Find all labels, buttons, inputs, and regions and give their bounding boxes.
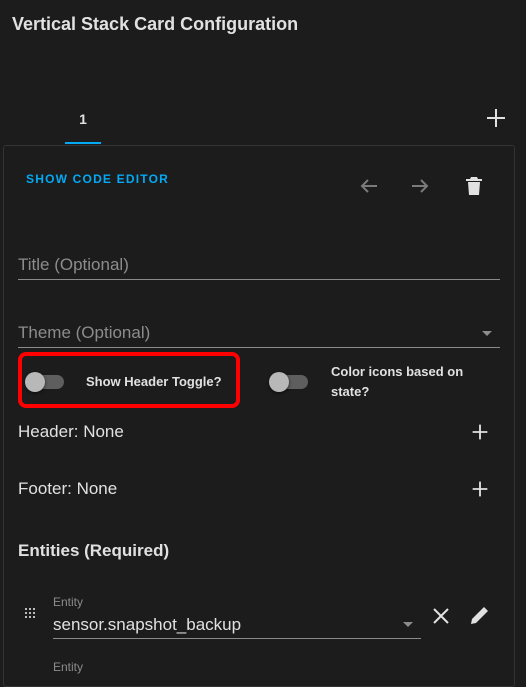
footer-label: Footer: None bbox=[18, 479, 118, 498]
theme-select-label: Theme (Optional) bbox=[18, 323, 151, 342]
delete-card-button[interactable] bbox=[462, 174, 486, 198]
dialog-title: Vertical Stack Card Configuration bbox=[12, 14, 299, 34]
plus-icon bbox=[487, 109, 505, 127]
drag-handle-icon bbox=[25, 608, 35, 618]
remove-entity-button[interactable] bbox=[429, 604, 453, 628]
move-right-button[interactable] bbox=[408, 174, 432, 198]
entity-picker-value: sensor.snapshot_backup bbox=[53, 615, 242, 634]
entity-picker-2-label: Entity bbox=[53, 660, 84, 674]
pencil-icon bbox=[471, 607, 488, 624]
switch-knob bbox=[269, 372, 289, 392]
tab-1[interactable]: 1 bbox=[65, 100, 101, 144]
chevron-down-icon bbox=[403, 622, 413, 627]
state-color-label-line1: Color icons based on bbox=[331, 364, 464, 379]
move-left-button[interactable] bbox=[357, 174, 381, 198]
add-card-button[interactable] bbox=[484, 106, 508, 130]
edit-entity-button[interactable] bbox=[468, 603, 492, 627]
entity-picker[interactable]: Entity sensor.snapshot_backup bbox=[53, 594, 421, 639]
annotation-highlight-box bbox=[18, 352, 240, 408]
title-input-label: Title (Optional) bbox=[18, 255, 129, 274]
entities-title: Entities (Required) bbox=[18, 541, 170, 560]
header-label: Header: None bbox=[18, 422, 124, 441]
trash-icon bbox=[466, 177, 482, 195]
theme-select[interactable]: Theme (Optional) bbox=[18, 315, 500, 348]
close-icon bbox=[433, 608, 449, 624]
entity-picker-label: Entity bbox=[53, 595, 84, 609]
show-code-editor-button[interactable]: SHOW CODE EDITOR bbox=[26, 172, 169, 186]
chevron-down-icon bbox=[482, 331, 492, 336]
state-color-switch[interactable] bbox=[269, 372, 308, 392]
plus-icon bbox=[472, 424, 488, 440]
state-color-label: Color icons based on state? bbox=[331, 362, 463, 402]
state-color-label-line2: state? bbox=[331, 384, 370, 399]
add-header-button[interactable] bbox=[469, 421, 493, 445]
arrow-left-icon bbox=[360, 179, 377, 193]
title-input[interactable]: Title (Optional) bbox=[18, 247, 500, 280]
add-footer-button[interactable] bbox=[469, 478, 493, 502]
plus-icon bbox=[472, 481, 488, 497]
arrow-right-icon bbox=[412, 179, 429, 193]
drag-handle[interactable] bbox=[22, 606, 38, 622]
